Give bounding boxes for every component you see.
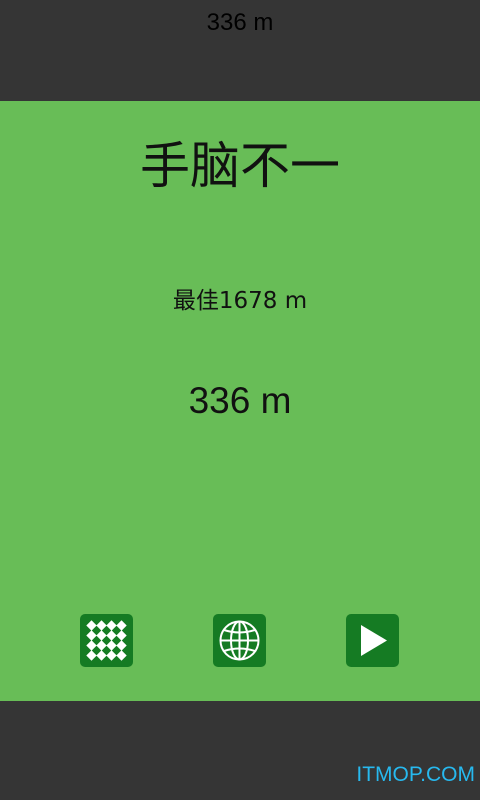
grid-diamond	[96, 630, 107, 641]
play-icon	[361, 625, 387, 656]
watermark: ITMOP.COM	[356, 763, 475, 786]
grid-diamond	[106, 630, 117, 641]
grid-diamond	[116, 650, 127, 661]
grid-diamond	[106, 640, 117, 651]
play-button[interactable]	[346, 614, 399, 667]
grid-diamond	[116, 630, 127, 641]
level-select-button[interactable]	[80, 614, 133, 667]
grid-diamond	[116, 620, 127, 631]
online-button[interactable]	[213, 614, 266, 667]
grid-diamond	[86, 630, 97, 641]
grid-diamond	[86, 650, 97, 661]
top-distance: 336 m	[206, 9, 274, 36]
grid-diamond	[86, 640, 97, 651]
top-bar: 336 m	[0, 0, 480, 101]
globe-icon	[219, 620, 260, 661]
grid-diamond	[116, 640, 127, 651]
grid-diamond	[106, 650, 117, 661]
grid-diamond	[106, 620, 117, 631]
game-title: 手脑不一	[140, 137, 340, 195]
best-score: 最佳1678 m	[172, 288, 308, 314]
checker-grid-icon	[86, 620, 127, 661]
grid-diamond	[96, 620, 107, 631]
grid-diamond	[96, 640, 107, 651]
current-score: 336 m	[188, 380, 292, 421]
grid-diamond	[96, 650, 107, 661]
grid-diamond	[86, 620, 97, 631]
